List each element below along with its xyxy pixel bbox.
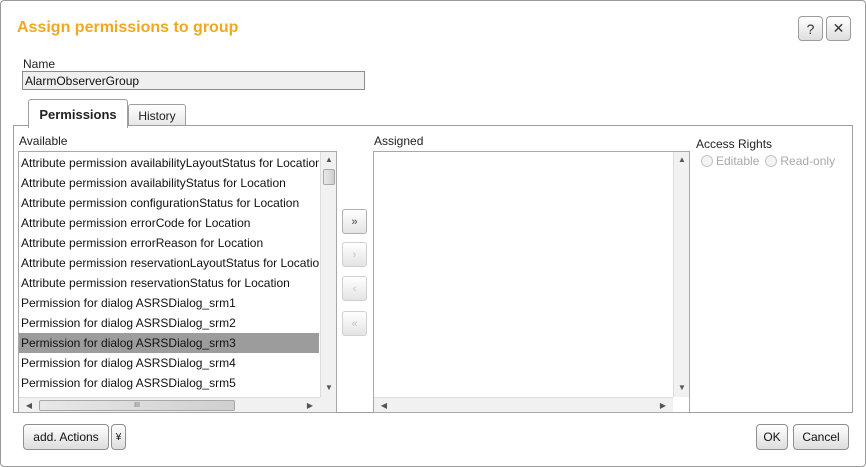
list-item[interactable]: Attribute permission availabilityStatus … xyxy=(19,173,319,193)
name-label: Name xyxy=(23,57,56,71)
chevron-down-icon: ¥ xyxy=(115,431,122,443)
readonly-radio[interactable] xyxy=(765,155,778,167)
list-item[interactable]: Permission for dialog ASRSDialog_srm2 xyxy=(19,313,319,333)
double-right-arrow-icon: » xyxy=(351,215,358,228)
cancel-button[interactable]: Cancel xyxy=(793,424,849,450)
readonly-label: Read-only xyxy=(780,154,836,168)
remove-all-button[interactable]: « xyxy=(342,311,367,336)
editable-radio[interactable] xyxy=(701,155,713,167)
assign-permissions-dialog: Assign permissions to group ? ✕ Name Per… xyxy=(0,0,866,467)
list-item[interactable]: Attribute permission reservationStatus f… xyxy=(19,273,319,293)
double-left-arrow-icon: « xyxy=(351,317,358,330)
left-arrow-icon: ‹ xyxy=(352,282,357,295)
vertical-scroll-thumb[interactable] xyxy=(323,169,335,185)
list-item[interactable]: Attribute permission errorReason for Loc… xyxy=(19,233,319,253)
available-label: Available xyxy=(19,134,68,148)
list-item[interactable]: Permission for dialog ASRSDialog_srm1 xyxy=(19,293,319,313)
right-arrow-icon: › xyxy=(352,248,357,261)
scroll-down-icon[interactable]: ▼ xyxy=(674,381,689,395)
scroll-down-icon[interactable]: ▼ xyxy=(321,381,336,395)
list-item[interactable]: Attribute permission configurationStatus… xyxy=(19,193,319,213)
assigned-label: Assigned xyxy=(374,134,424,148)
assigned-list[interactable]: ▲ ▼ ◀ ▶ xyxy=(373,151,690,413)
list-item[interactable]: Attribute permission reservationLayoutSt… xyxy=(19,253,319,273)
editable-label: Editable xyxy=(716,154,760,168)
access-rights-options: Editable Read-only xyxy=(701,154,835,168)
horizontal-scroll-thumb[interactable]: III xyxy=(39,400,235,411)
name-field[interactable] xyxy=(22,71,365,90)
list-item[interactable]: Permission for dialog ASRSDialog_srm4 xyxy=(19,353,319,373)
tab-history[interactable]: History xyxy=(128,104,186,126)
scroll-left-icon[interactable]: ◀ xyxy=(376,399,392,412)
available-list[interactable]: Attribute permission availabilityLayoutS… xyxy=(18,151,337,413)
access-rights-label: Access Rights xyxy=(696,137,773,151)
scroll-up-icon[interactable]: ▲ xyxy=(321,153,336,167)
help-button[interactable]: ? xyxy=(798,16,823,41)
add-actions-button[interactable]: add. Actions xyxy=(23,424,109,450)
available-vertical-scrollbar[interactable]: ▲ ▼ xyxy=(320,152,336,397)
ok-button[interactable]: OK xyxy=(756,424,788,450)
tab-permissions[interactable]: Permissions xyxy=(28,99,128,128)
list-item[interactable]: Permission for dialog ASRSDialog_srm3 xyxy=(19,333,319,353)
remove-button[interactable]: ‹ xyxy=(342,276,367,301)
scroll-left-icon[interactable]: ◀ xyxy=(21,399,37,412)
add-actions-dropdown-button[interactable]: ¥ xyxy=(111,424,126,450)
scroll-right-icon[interactable]: ▶ xyxy=(655,399,671,412)
add-all-button[interactable]: » xyxy=(342,209,367,234)
scroll-up-icon[interactable]: ▲ xyxy=(674,153,689,167)
assigned-horizontal-scrollbar[interactable]: ◀ ▶ xyxy=(374,397,673,412)
assigned-vertical-scrollbar[interactable]: ▲ ▼ xyxy=(673,152,689,397)
list-item[interactable]: Permission for dialog ASRSDialog_srm5 xyxy=(19,373,319,393)
scroll-corner xyxy=(320,397,336,412)
close-icon: ✕ xyxy=(832,20,845,36)
close-button[interactable]: ✕ xyxy=(826,16,851,41)
list-item[interactable]: Attribute permission availabilityLayoutS… xyxy=(19,153,319,173)
list-item[interactable]: Attribute permission errorCode for Locat… xyxy=(19,213,319,233)
dialog-title: Assign permissions to group xyxy=(17,19,239,36)
available-horizontal-scrollbar[interactable]: ◀ III ▶ xyxy=(19,397,320,412)
add-button[interactable]: › xyxy=(342,242,367,267)
scroll-right-icon[interactable]: ▶ xyxy=(302,399,318,412)
